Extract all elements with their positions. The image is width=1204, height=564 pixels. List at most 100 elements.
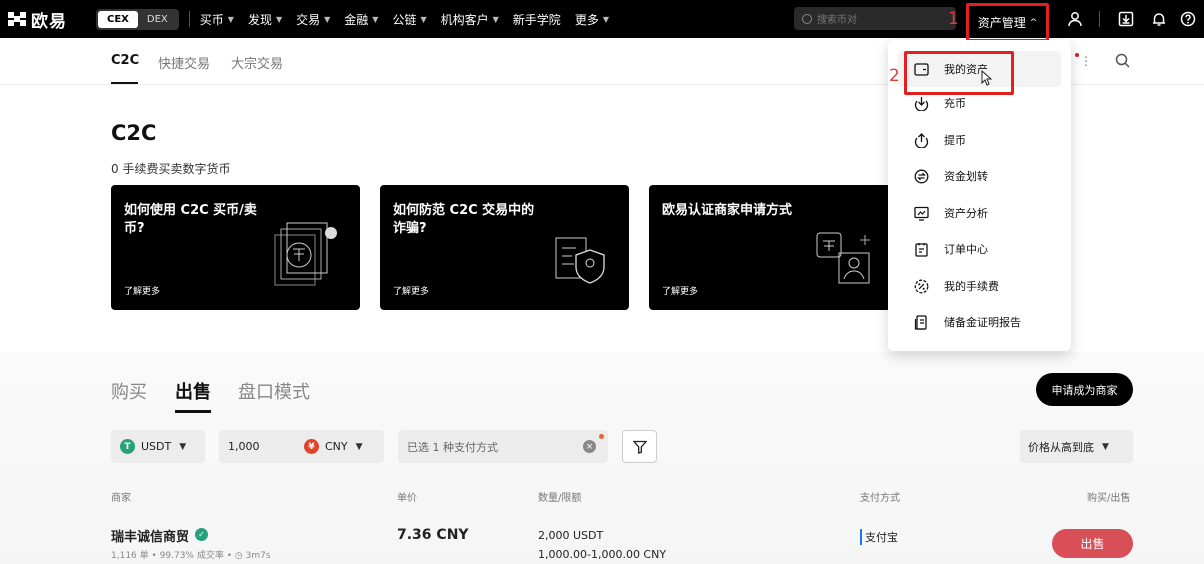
limit: 1,000.00-1,000.00 CNY [538,548,667,561]
search-icon[interactable] [1115,53,1130,72]
help-icon[interactable] [1178,9,1198,29]
tab-express[interactable]: 快捷交易 [158,53,210,72]
card-title: 如何使用 C2C 买币/卖币? [124,203,257,236]
tab-c2c[interactable]: C2C [111,53,139,68]
filter-icon [632,440,647,454]
col-price: 单价 [397,493,417,504]
guide-card-merchant-application[interactable]: 欧易认证商家申请方式 了解更多 [649,185,891,310]
fee-icon [913,278,929,294]
okx-logo-icon [8,12,26,26]
orders-icon [913,241,929,257]
menu-item-asset-analysis[interactable]: 资产分析 [888,196,1071,230]
chevron-down-icon: ▼ [324,14,331,24]
cex-tab[interactable]: CEX [98,10,138,28]
nav-finance[interactable]: 金融 ▼ [344,11,378,28]
coin-select[interactable]: T USDT ▼ [111,430,205,463]
more-vertical-icon[interactable]: ⋮ [1080,54,1092,68]
reserve-report-icon [913,314,929,330]
search-icon [802,13,812,24]
amount-input[interactable]: 1,000 ¥ CNY ▼ [219,430,384,463]
chevron-down-icon: ▼ [275,14,283,24]
quantity: 2,000 USDT [538,529,604,542]
step-2-marker: 2 [889,66,900,86]
page-subtitle: 0 手续费买卖数字货币 [111,162,231,176]
chevron-down-icon: ▼ [602,14,609,24]
chevron-down-icon: ▼ [492,14,499,24]
menu-item-proof-of-reserves[interactable]: 储备金证明报告 [888,305,1071,339]
usdt-icon: T [120,439,135,454]
fiat-select[interactable]: ¥ CNY ▼ [304,439,363,454]
menu-item-transfer[interactable]: 资金划转 [888,159,1071,193]
clock-icon: ◷ [234,551,243,561]
become-merchant-button[interactable]: 申请成为商家 [1036,373,1133,406]
learn-more-link[interactable]: 了解更多 [393,284,429,297]
active-tab-underline [111,82,138,84]
nav-more[interactable]: 更多 ▼ [575,11,609,28]
merchant-illustration-icon [816,232,870,284]
coin-frame-illustration-icon [274,222,337,286]
chevron-down-icon: ▼ [179,441,187,452]
shield-document-illustration-icon [555,237,605,284]
col-action: 购买/出售 [1087,493,1131,504]
active-tab-underline [175,410,211,413]
cex-dex-switch: CEX DEX [96,8,179,30]
verified-badge-icon: ✓ [195,528,208,541]
col-payment: 支付方式 [860,493,900,504]
guide-card-how-to-use[interactable]: 如何使用 C2C 买币/卖币? 了解更多 [111,185,360,310]
okx-logo[interactable]: 欧易 [8,7,82,32]
cny-icon: ¥ [304,439,319,454]
chevron-down-icon: ▼ [1102,441,1109,452]
chevron-up-icon: ^ [1029,17,1038,28]
card-title: 欧易认证商家申请方式 [662,203,793,218]
deposit-icon [913,95,929,111]
col-quantity-limit: 数量/限额 [538,493,582,504]
notification-dot [1075,53,1079,57]
chevron-down-icon: ▼ [372,14,379,24]
user-icon[interactable] [1065,9,1085,29]
analysis-icon [913,205,929,221]
payment-method-select[interactable]: 已选 1 种支付方式 × [398,430,608,463]
tab-orderbook-mode[interactable]: 盘口模式 [238,378,310,404]
step-1-marker: 1 [948,9,959,29]
menu-item-order-center[interactable]: 订单中心 [888,232,1071,266]
nav-trade[interactable]: 交易 ▼ [296,11,330,28]
page-title: C2C [111,121,157,145]
nav-discover[interactable]: 发现 ▼ [248,11,282,28]
guide-card-anti-fraud[interactable]: 如何防范 C2C 交易中的诈骗? 了解更多 [380,185,629,310]
nav-chain[interactable]: 公链 ▼ [392,11,426,28]
mouse-cursor-icon [981,70,993,86]
tab-buy[interactable]: 购买 [111,378,147,404]
notification-dot [599,434,604,439]
withdraw-icon [913,132,929,148]
card-title: 如何防范 C2C 交易中的诈骗? [393,203,535,236]
nav-academy[interactable]: 新手学院 [513,11,561,28]
chevron-down-icon: ▼ [227,14,234,24]
nav-institutional[interactable]: 机构客户 ▼ [441,11,499,28]
clear-icon[interactable]: × [583,440,596,453]
sort-select[interactable]: 价格从高到底 ▼ [1020,430,1133,463]
chevron-down-icon: ▼ [420,14,427,24]
transfer-icon [913,168,929,184]
filter-button[interactable] [622,430,657,463]
tab-block-trade[interactable]: 大宗交易 [231,53,283,72]
search-input[interactable]: 搜索币对 [794,7,956,30]
merchant-name[interactable]: 瑞丰诚信商贸 [111,526,189,545]
menu-item-my-fees[interactable]: 我的手续费 [888,269,1071,303]
bell-icon[interactable] [1149,9,1169,29]
learn-more-link[interactable]: 了解更多 [662,284,698,297]
payment-method: 支付宝 [860,529,898,545]
learn-more-link[interactable]: 了解更多 [124,284,160,297]
download-icon[interactable] [1116,9,1136,29]
dex-tab[interactable]: DEX [138,11,177,28]
my-assets-highlight-box [904,51,1014,95]
chevron-down-icon: ▼ [355,441,363,452]
asset-management-button[interactable]: 资产管理 ^ [966,3,1049,42]
sell-button[interactable]: 出售 [1052,529,1133,558]
unit-price: 7.36 CNY [397,527,469,543]
menu-item-withdraw[interactable]: 提币 [888,123,1071,157]
tab-sell[interactable]: 出售 [175,378,211,404]
merchant-stats: 1,116 单 • 99.73% 成交率 • ◷ 3m7s [111,551,271,561]
nav-buy-crypto[interactable]: 买币 ▼ [200,11,234,28]
logo-text: 欧易 [31,11,67,32]
col-merchant: 商家 [111,493,131,504]
